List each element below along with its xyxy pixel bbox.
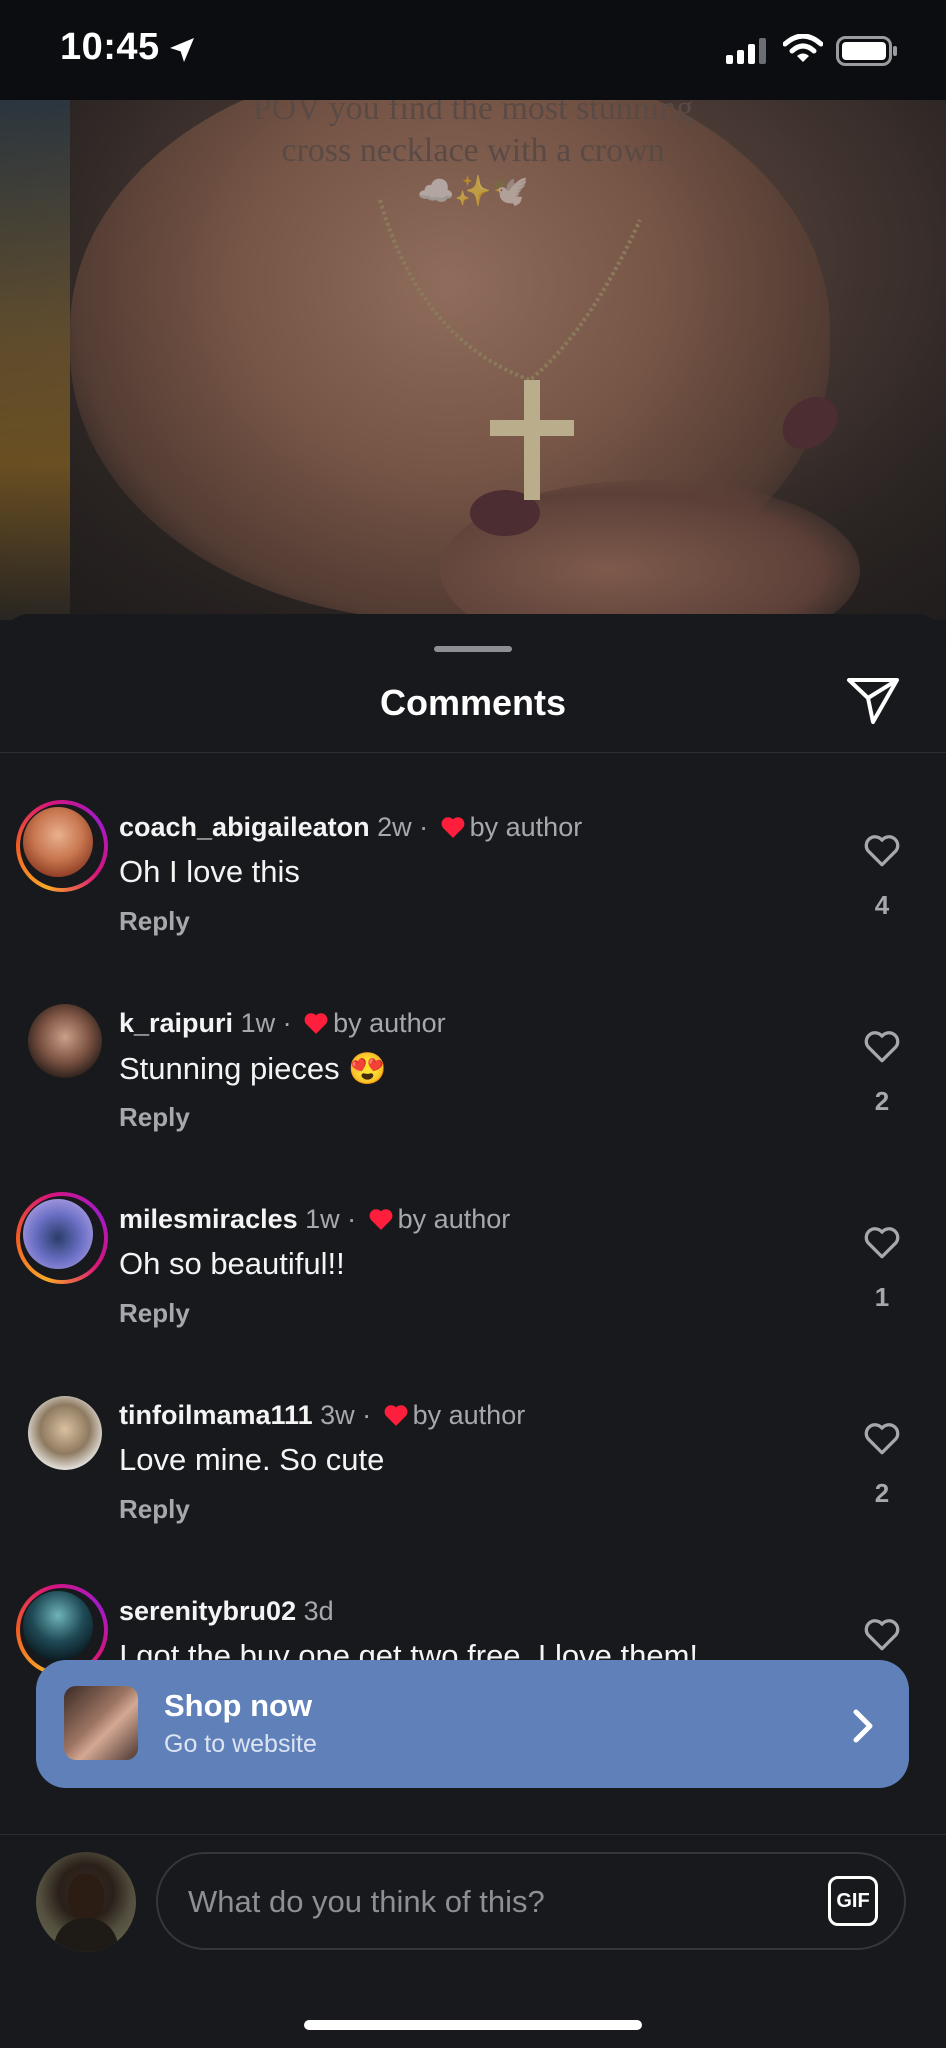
like-count: 4 [874, 890, 890, 920]
battery-icon [836, 36, 897, 66]
heart-icon [304, 1013, 328, 1034]
reply-button[interactable]: Reply [119, 1494, 190, 1525]
comments-sheet: Comments coach_abigaileaton 2w · by auth… [0, 614, 946, 2048]
avatar[interactable] [28, 1396, 102, 1470]
video-overlay-line2: cross necklace with a crown [281, 132, 665, 169]
comment-meta: tinfoilmama111 3w · by author [119, 1400, 526, 1430]
like-count: 2 [874, 1086, 890, 1116]
video-background[interactable]: POV you find the most stunning cross nec… [0, 100, 946, 620]
avatar [23, 1199, 93, 1269]
comment-age: 3w [320, 1400, 355, 1430]
shop-subtitle: Go to website [164, 1730, 317, 1758]
heart-icon[interactable] [862, 1616, 902, 1652]
like-count: 1 [874, 1282, 890, 1312]
reply-button[interactable]: Reply [119, 1298, 190, 1329]
comment-item: coach_abigaileaton 2w · by author Oh I l… [0, 800, 946, 990]
comment-username[interactable]: tinfoilmama111 [119, 1400, 313, 1430]
comment-age: 3d [303, 1596, 334, 1626]
comment-item: tinfoilmama111 3w · by author Love mine.… [0, 1388, 946, 1578]
avatar [23, 807, 93, 877]
header-divider [0, 752, 946, 753]
comment-list[interactable]: coach_abigaileaton 2w · by author Oh I l… [0, 764, 946, 1804]
comment-username[interactable]: coach_abigaileaton [119, 812, 370, 842]
location-arrow-icon [170, 38, 194, 62]
sheet-title: Comments [379, 682, 567, 723]
chevron-right-icon [853, 1709, 873, 1743]
comment-username[interactable]: milesmiracles [119, 1204, 298, 1234]
heart-icon[interactable] [862, 832, 902, 868]
liked-by-author: by author [469, 812, 583, 842]
comment-text: Oh so beautiful!! [119, 1246, 345, 1281]
heart-icon[interactable] [862, 1224, 902, 1260]
video-overlay-line1: POV you find the most stunning [252, 100, 694, 127]
comment-text: Oh I love this [119, 854, 300, 889]
liked-by-author: by author [333, 1008, 446, 1038]
sheet-grabber[interactable] [434, 646, 512, 652]
shop-title: Shop now [164, 1688, 313, 1723]
heart-icon [384, 1405, 408, 1426]
video-overlay-emojis: ☁️✨🕊️ [416, 175, 530, 208]
comment-age: 1w [240, 1008, 276, 1038]
shop-now-banner[interactable]: Shop now Go to website [36, 1660, 909, 1788]
gif-icon[interactable]: GIF [828, 1876, 878, 1926]
comment-text: Love mine. So cute [119, 1442, 385, 1477]
reply-button[interactable]: Reply [119, 1102, 190, 1133]
comment-text: Stunning pieces 😍 [119, 1051, 387, 1086]
heart-icon[interactable] [862, 1420, 902, 1456]
comment-item: k_raipuri 1w · by author Stunning pieces… [0, 996, 946, 1186]
comment-meta: serenitybru02 3d [119, 1596, 334, 1627]
wifi-icon [783, 34, 823, 62]
comment-meta: milesmiracles 1w · by author [119, 1204, 511, 1234]
comment-item: milesmiracles 1w · by author Oh so beaut… [0, 1192, 946, 1382]
status-bar: 10:45 [0, 0, 946, 100]
heart-icon [441, 817, 465, 838]
comment-input-placeholder: What do you think of this? [188, 1884, 545, 1919]
home-indicator[interactable] [304, 2020, 642, 2030]
avatar-story-ring[interactable] [16, 1192, 108, 1284]
avatar [23, 1591, 93, 1661]
comment-age: 2w [377, 812, 412, 842]
avatar[interactable] [28, 1004, 102, 1078]
send-icon[interactable] [846, 676, 900, 726]
necklace-illustration [378, 199, 642, 500]
liked-by-author: by author [397, 1204, 511, 1234]
heart-icon [369, 1209, 393, 1230]
comment-username[interactable]: serenitybru02 [119, 1596, 296, 1626]
like-count: 2 [874, 1478, 890, 1508]
comment-meta: coach_abigaileaton 2w · by author [119, 812, 583, 842]
product-thumbnail [64, 1686, 138, 1760]
reply-button[interactable]: Reply [119, 906, 190, 937]
status-time: 10:45 [60, 26, 160, 68]
comment-meta: k_raipuri 1w · by author [119, 1008, 446, 1038]
liked-by-author: by author [412, 1400, 526, 1430]
heart-icon[interactable] [862, 1028, 902, 1064]
composer-divider [0, 1834, 946, 1835]
comment-input[interactable]: What do you think of this? GIF [156, 1852, 906, 1950]
current-user-avatar[interactable] [36, 1852, 136, 1952]
avatar-story-ring[interactable] [16, 800, 108, 892]
comment-age: 1w [305, 1204, 340, 1234]
comment-username[interactable]: k_raipuri [119, 1008, 233, 1038]
signal-icon [726, 38, 766, 64]
